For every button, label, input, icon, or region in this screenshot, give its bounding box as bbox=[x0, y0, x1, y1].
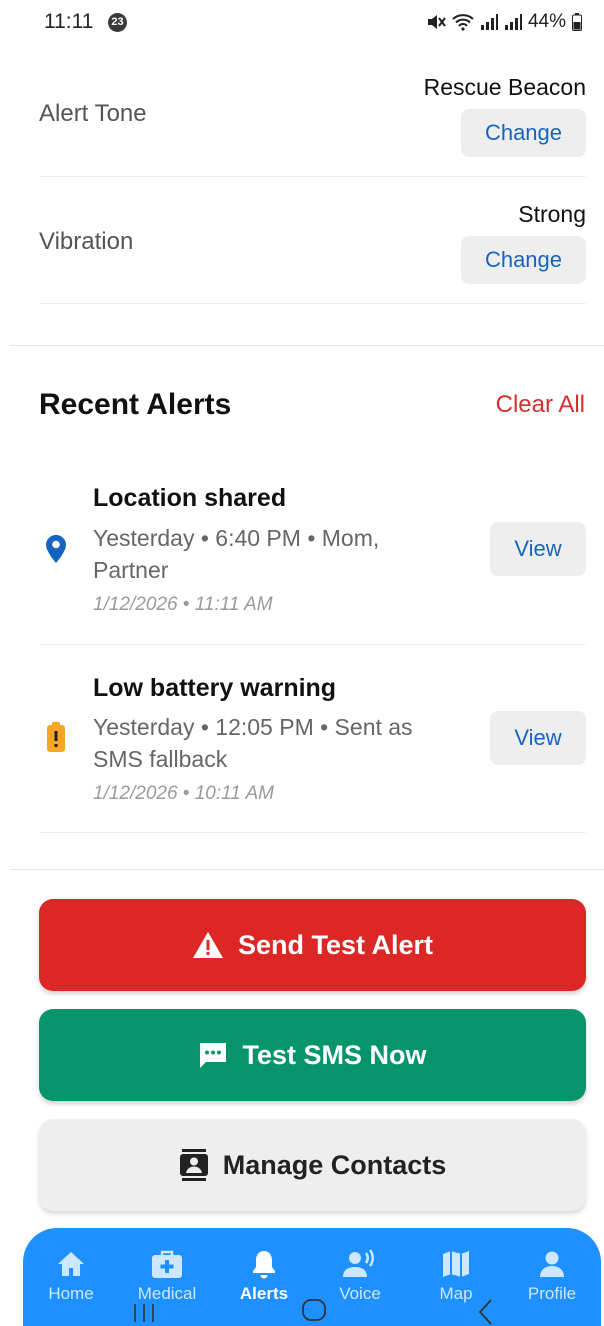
view-alert-button[interactable]: View bbox=[490, 711, 586, 765]
setting-label: Alert Tone bbox=[39, 100, 147, 127]
test-sms-button[interactable]: Test SMS Now bbox=[39, 1009, 586, 1101]
map-icon bbox=[411, 1248, 501, 1280]
section-divider bbox=[10, 345, 604, 346]
battery-percent: 44% bbox=[527, 11, 566, 32]
status-icons: 44% bbox=[426, 11, 582, 33]
alert-title: Low battery warning bbox=[93, 674, 337, 702]
setting-label: Vibration bbox=[39, 228, 134, 255]
change-alert-tone-button[interactable]: Change bbox=[461, 109, 586, 157]
status-bar: 11:11 23 44% bbox=[0, 0, 604, 46]
battery-icon bbox=[572, 13, 582, 31]
mute-icon bbox=[426, 13, 446, 31]
test-sms-label: Test SMS Now bbox=[242, 1039, 427, 1070]
recent-apps-icon[interactable] bbox=[134, 1304, 154, 1322]
manage-contacts-label: Manage Contacts bbox=[222, 1149, 447, 1180]
signal-icon bbox=[480, 14, 498, 30]
profile-icon bbox=[507, 1248, 597, 1280]
section-divider bbox=[10, 869, 604, 870]
send-test-alert-button[interactable]: Send Test Alert bbox=[39, 899, 586, 991]
alert-title: Location shared bbox=[93, 484, 287, 512]
setting-value: Strong bbox=[518, 201, 586, 227]
manage-contacts-button[interactable]: Manage Contacts bbox=[39, 1119, 586, 1211]
notification-count-badge: 23 bbox=[108, 13, 127, 32]
alert-timestamp: 1/12/2026 • 11:11 AM bbox=[93, 594, 273, 615]
alert-item: Location shared Yesterday • 6:40 PM • Mo… bbox=[39, 470, 586, 645]
alert-description: Yesterday • 6:40 PM • Mom, Partner bbox=[93, 525, 380, 583]
setting-row-alert-tone: Alert Tone Rescue Beacon Change bbox=[39, 70, 586, 177]
status-time: 11:11 bbox=[44, 10, 94, 33]
warning-icon bbox=[192, 931, 224, 959]
alert-item: Low battery warning Yesterday • 12:05 PM… bbox=[39, 644, 586, 833]
bell-icon bbox=[219, 1248, 309, 1280]
recent-alerts-title: Recent Alerts bbox=[39, 388, 232, 421]
setting-row-vibration: Vibration Strong Change bbox=[39, 176, 586, 304]
home-icon bbox=[26, 1248, 116, 1280]
view-alert-button[interactable]: View bbox=[490, 522, 586, 576]
signal-icon-2 bbox=[504, 14, 522, 30]
system-nav-bar bbox=[0, 1296, 604, 1326]
medical-kit-icon bbox=[122, 1248, 212, 1280]
alert-description: Yesterday • 12:05 PM • Sent as SMS fallb… bbox=[93, 714, 413, 772]
location-pin-icon bbox=[45, 534, 67, 569]
clear-all-button[interactable]: Clear All bbox=[496, 391, 585, 419]
sms-icon bbox=[198, 1041, 228, 1069]
send-test-alert-label: Send Test Alert bbox=[237, 929, 434, 960]
home-gesture-icon[interactable] bbox=[302, 1299, 326, 1321]
voice-icon bbox=[315, 1248, 405, 1280]
setting-value: Rescue Beacon bbox=[423, 74, 586, 100]
contacts-icon bbox=[179, 1149, 209, 1181]
alert-timestamp: 1/12/2026 • 10:11 AM bbox=[93, 783, 274, 804]
back-icon[interactable] bbox=[478, 1299, 492, 1325]
low-battery-icon bbox=[47, 722, 65, 757]
change-vibration-button[interactable]: Change bbox=[461, 236, 586, 284]
wifi-icon bbox=[452, 13, 474, 31]
